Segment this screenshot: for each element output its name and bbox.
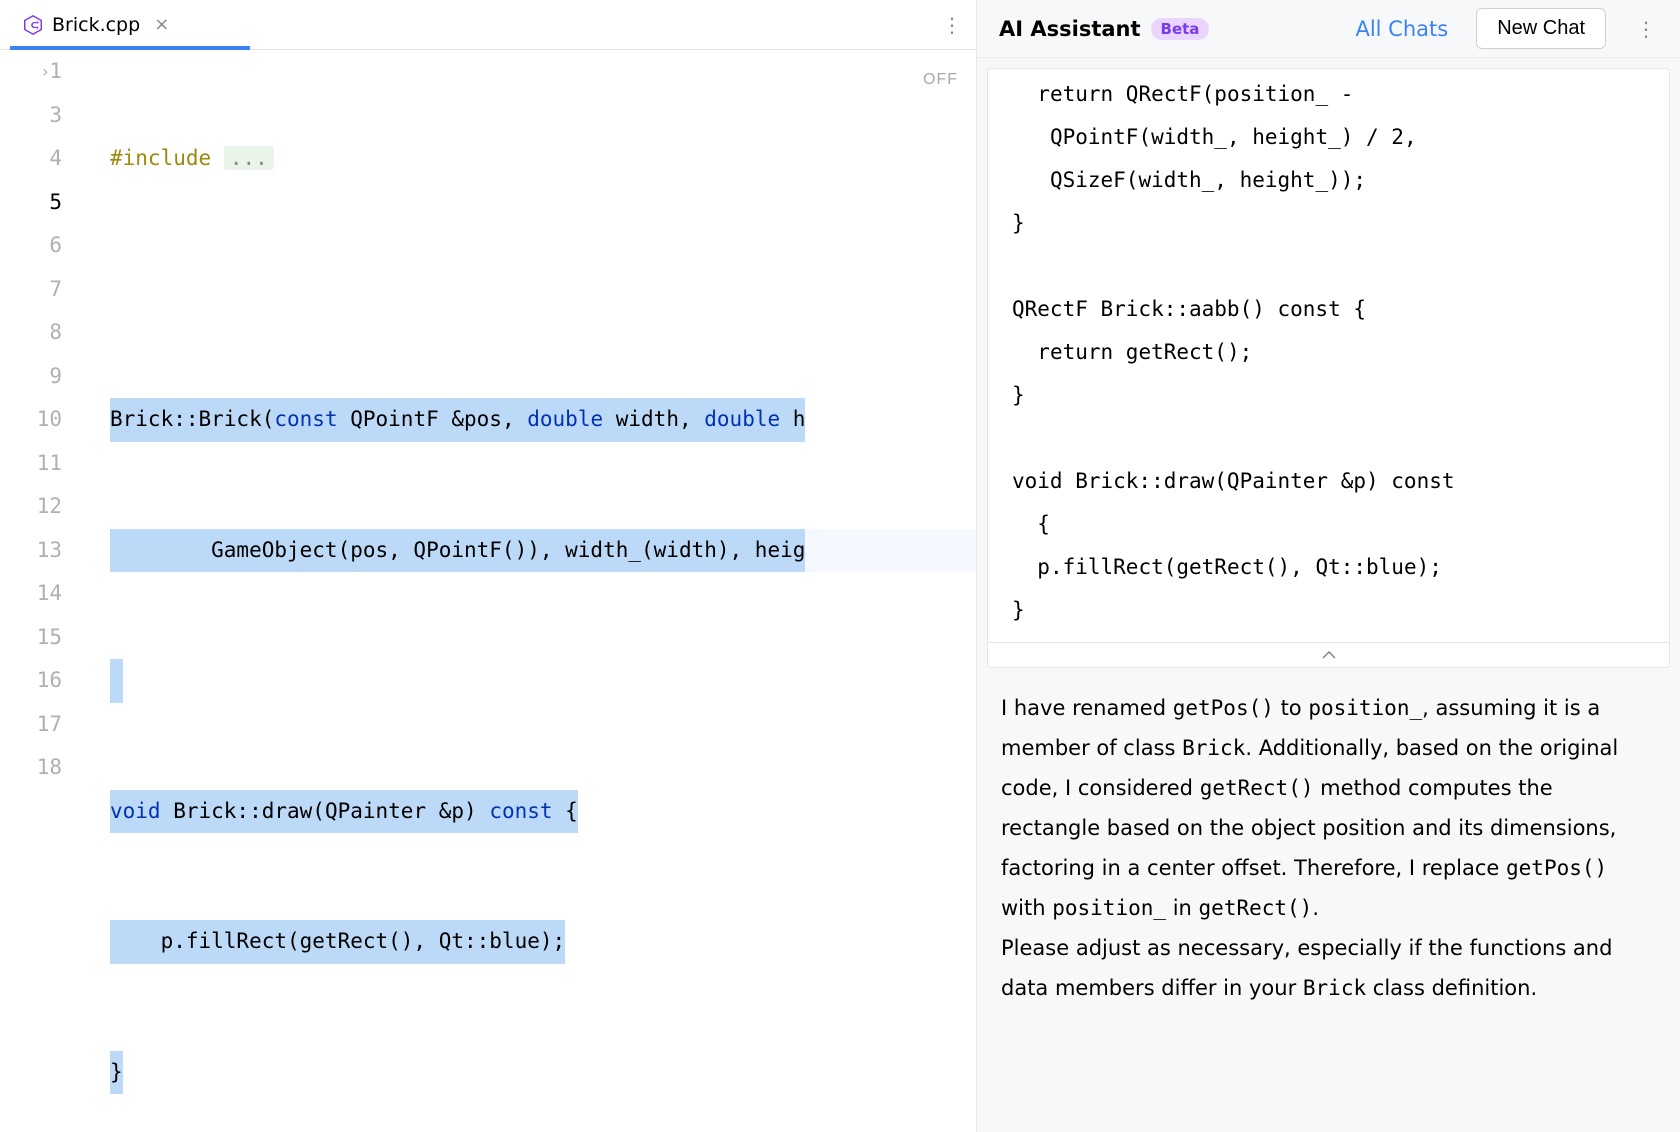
editor-more-icon[interactable]: ⋮ <box>942 13 964 37</box>
line-number: 6 <box>0 224 62 268</box>
svg-text:+: + <box>35 25 40 31</box>
line-number: 12 <box>0 485 62 529</box>
line-number: 3 <box>0 94 62 138</box>
editor-pane: C + + Brick.cpp × ⋮ OFF 1› 3 4 5 6 7 8 9… <box>0 0 977 1132</box>
code-line: #include ... <box>110 137 976 181</box>
line-number: 18 <box>0 746 62 790</box>
tab-close-icon[interactable]: × <box>154 14 169 35</box>
code-line <box>110 268 976 312</box>
assistant-header: AI Assistant Beta All Chats New Chat ⋮ <box>977 0 1680 58</box>
code-collapse-icon[interactable] <box>988 642 1669 667</box>
line-number: 5 <box>0 181 62 225</box>
line-number: 9 <box>0 355 62 399</box>
assistant-pane: AI Assistant Beta All Chats New Chat ⋮ r… <box>977 0 1680 1132</box>
code-line: } <box>110 1051 976 1095</box>
line-number: 7 <box>0 268 62 312</box>
line-number: 17 <box>0 703 62 747</box>
gutter: 1› 3 4 5 6 7 8 9 10 11 12 13 14 15 16 17… <box>0 50 110 1132</box>
line-number: 13 <box>0 529 62 573</box>
all-chats-link[interactable]: All Chats <box>1355 17 1448 41</box>
line-number: 15 <box>0 616 62 660</box>
assistant-body[interactable]: return QRectF(position_ - QPointF(width_… <box>977 58 1680 1132</box>
line-number: 14 <box>0 572 62 616</box>
line-number: 8 <box>0 311 62 355</box>
assistant-code-block: return QRectF(position_ - QPointF(width_… <box>987 68 1670 668</box>
line-number: 4 <box>0 137 62 181</box>
file-tab[interactable]: C + + Brick.cpp × <box>10 0 181 49</box>
assistant-code-content[interactable]: return QRectF(position_ - QPointF(width_… <box>988 69 1669 642</box>
code-line: GameObject(pos, QPointF()), width_(width… <box>110 529 976 573</box>
assistant-title: AI Assistant <box>999 17 1141 41</box>
fold-arrow-icon[interactable]: › <box>40 50 50 94</box>
assistant-response-text: I have renamed getPos() to position_, as… <box>987 668 1670 1018</box>
code-area[interactable]: #include ... Brick::Brick(const QPointF … <box>110 50 976 1132</box>
code-line: void Brick::draw(QPainter &p) const { <box>110 790 976 834</box>
assistant-more-icon[interactable]: ⋮ <box>1636 17 1658 41</box>
line-number: 10 <box>0 398 62 442</box>
code-line: p.fillRect(getRect(), Qt::blue); <box>110 920 976 964</box>
cpp-file-icon: C + + <box>22 14 44 36</box>
editor-body[interactable]: OFF 1› 3 4 5 6 7 8 9 10 11 12 13 14 15 1… <box>0 50 976 1132</box>
tab-filename: Brick.cpp <box>52 14 140 36</box>
tab-bar: C + + Brick.cpp × ⋮ <box>0 0 976 50</box>
new-chat-button[interactable]: New Chat <box>1476 8 1606 49</box>
line-number: 11 <box>0 442 62 486</box>
code-line: Brick::Brick(const QPointF &pos, double … <box>110 398 976 442</box>
code-line <box>110 659 976 703</box>
line-number: 16 <box>0 659 62 703</box>
beta-badge: Beta <box>1151 18 1210 40</box>
line-number: 1› <box>0 50 62 94</box>
